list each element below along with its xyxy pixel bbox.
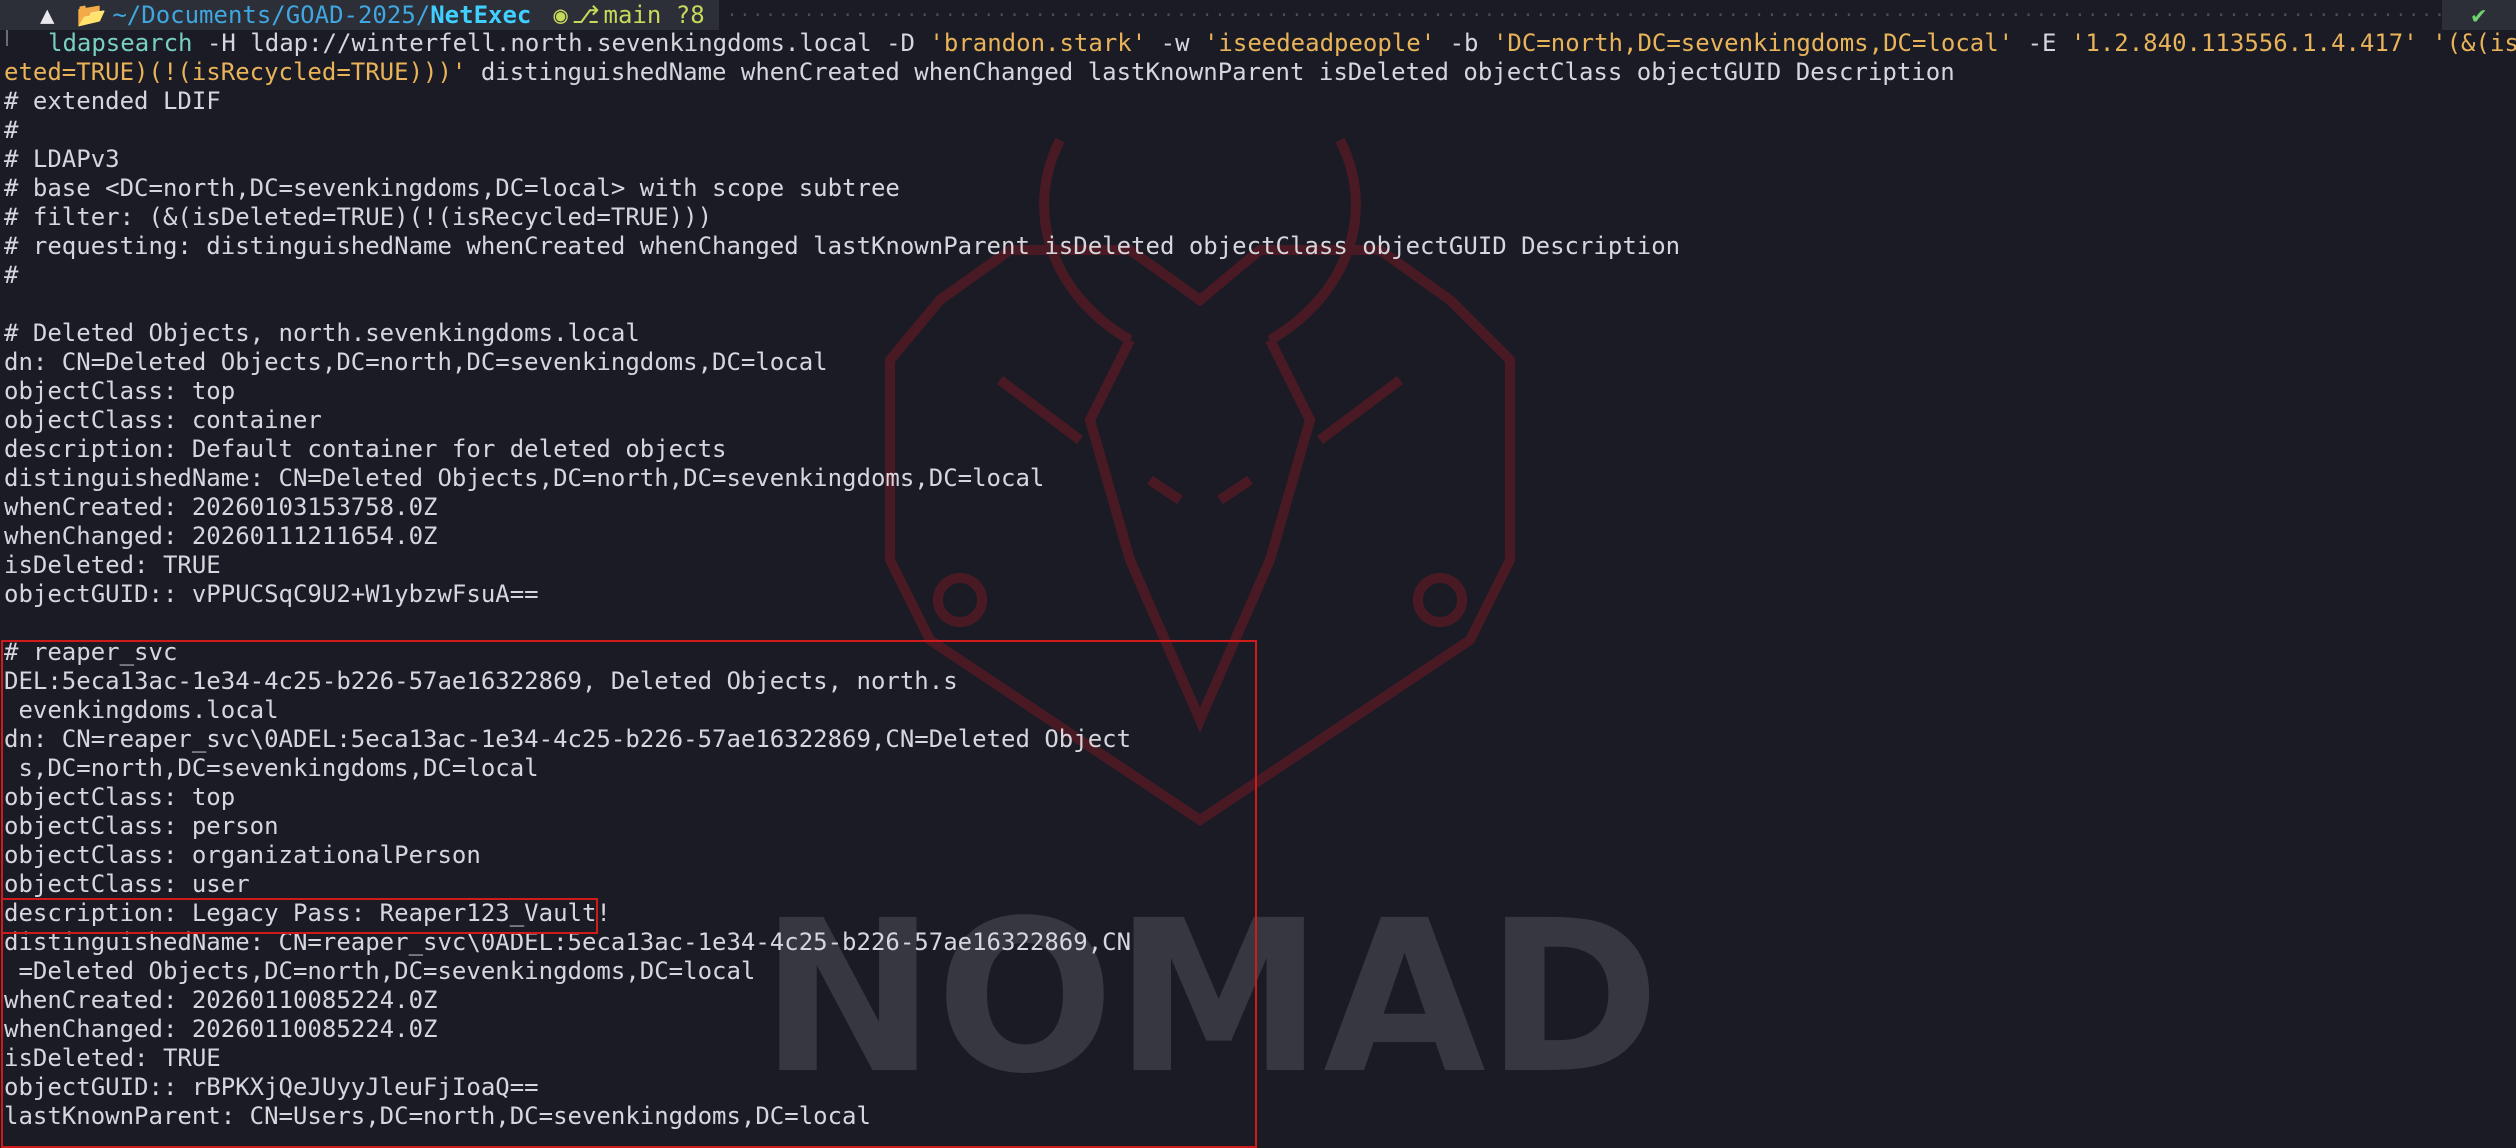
highlight-password (1, 898, 598, 934)
directory-segment: 📂 ~/Documents/GOAD-2025/NetExec (68, 0, 544, 30)
command-line-2: eted=TRUE)(!(isRecycled=TRUE)))' disting… (4, 58, 2514, 87)
output-line: objectGUID:: vPPUCSqC9U2+W1ybzwFsuA== (4, 580, 539, 608)
output-line: whenCreated: 20260103153758.0Z (4, 493, 438, 521)
highlight-deleted-object (1, 640, 1257, 1148)
output-line: # base <DC=north,DC=sevenkingdoms,DC=loc… (4, 174, 900, 202)
output-line: distinguishedName: CN=Deleted Objects,DC… (4, 464, 1045, 492)
command-args: -E (2013, 29, 2071, 57)
checkmark-icon: ✔ (2471, 1, 2486, 29)
output-line: # extended LDIF (4, 87, 221, 115)
command-password: 'iseedeadpeople' (1203, 29, 1436, 57)
command-args: -w (1146, 29, 1204, 57)
output-line: # requesting: distinguishedName whenCrea… (4, 232, 1681, 260)
command-filter: '(&(isDel (2432, 29, 2516, 57)
output-line: description: Default container for delet… (4, 435, 727, 463)
command-attributes: distinguishedName whenCreated whenChange… (466, 58, 1955, 86)
command-line-1: ldapsearch -H ldap://winterfell.north.se… (4, 29, 2516, 58)
output-line: # Deleted Objects, north.sevenkingdoms.l… (4, 319, 640, 347)
output-line: # filter: (&(isDeleted=TRUE)(!(isRecycle… (4, 203, 713, 231)
command-name: ldapsearch (48, 29, 193, 57)
status-segment: ✔ (2441, 0, 2516, 30)
output-line: objectClass: top (4, 377, 236, 405)
command-control: '1.2.840.113556.1.4.417' (2070, 29, 2418, 57)
path-current: NetExec (430, 1, 532, 29)
folder-icon: 📂 (76, 1, 107, 29)
branch-icon: ⎇ (571, 1, 600, 29)
arch-logo-icon: ▲ (40, 1, 55, 29)
os-segment: ▲ (0, 0, 69, 30)
output-line: isDeleted: TRUE (4, 551, 221, 579)
git-segment: ◉ ⎇ main ?8 (543, 0, 719, 30)
output-line: dn: CN=Deleted Objects,DC=north,DC=seven… (4, 348, 828, 376)
command-args: -b (1435, 29, 1493, 57)
output-line: whenChanged: 20260111211654.0Z (4, 522, 438, 550)
command-user: 'brandon.stark' (929, 29, 1147, 57)
command-args: -H ldap://winterfell.north.sevenkingdoms… (192, 29, 930, 57)
output-line: # LDAPv3 (4, 145, 120, 173)
command-filter: eted=TRUE)(!(isRecycled=TRUE)))' (4, 58, 467, 86)
shell-prompt: ▲ 📂 ~/Documents/GOAD-2025/NetExec ◉ ⎇ ma… (0, 0, 2516, 30)
github-icon: ◉ (553, 1, 568, 29)
git-branch: main ?8 (603, 1, 705, 29)
output-line: # (4, 116, 19, 144)
command-base: 'DC=north,DC=sevenkingdoms,DC=local' (1492, 29, 2014, 57)
output-line: # (4, 261, 19, 289)
output-line: objectClass: container (4, 406, 322, 434)
prompt-filler: ········································… (726, 4, 2442, 26)
path-prefix: ~/Documents/GOAD-2025/ (112, 1, 431, 29)
